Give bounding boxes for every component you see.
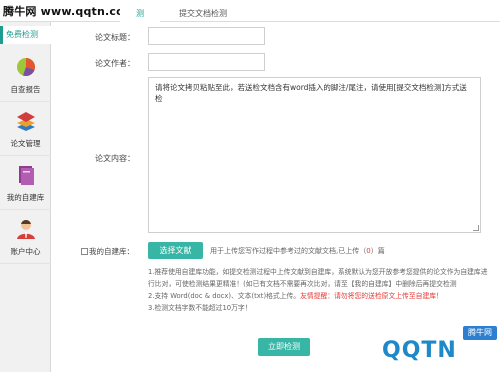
resize-handle-icon[interactable] <box>473 225 479 231</box>
author-input[interactable] <box>148 53 265 71</box>
note-1: 1.推荐使用自建库功能，如提交检测过程中上传文献到自建库，系统默认为您开放参考您… <box>148 268 488 288</box>
folder-icon <box>15 164 37 186</box>
title-input[interactable] <box>148 27 265 45</box>
select-documents-button[interactable]: 选择文献 <box>148 242 203 259</box>
layers-icon <box>15 110 37 132</box>
sidebar-item-paper-management[interactable]: 论文管理 <box>0 104 51 156</box>
my-library-checkbox[interactable] <box>81 248 88 255</box>
top-bar: 腾牛网 www.qqtn.com 测 提交文档检测 <box>0 0 500 22</box>
pie-chart-icon <box>15 56 37 78</box>
note-2-warning: 友情提醒：请勿将您的送检原文上传至自建库！ <box>300 292 443 300</box>
content-placeholder: 请将论文拷贝粘贴至此，若送检文档含有word插入的脚注/尾注，请使用[提交文档检… <box>155 83 467 103</box>
my-library-checkbox-row[interactable]: 我的自建库： <box>81 246 134 257</box>
content-label: 论文内容： <box>95 154 135 163</box>
note-2-text: 2.支持 Word(doc & docx)、文本(txt)格式上传。 <box>148 292 301 300</box>
title-label: 论文标题： <box>95 33 135 42</box>
site-watermark: 腾牛网 www.qqtn.com <box>3 5 136 18</box>
sidebar-item-label: 自查报告 <box>10 85 41 94</box>
sidebar-item-account[interactable]: 账户中心 <box>0 212 51 264</box>
qqtn-logo-badge: 腾牛网 <box>463 326 497 340</box>
sidebar-item-label: 我的自建库 <box>6 193 45 202</box>
sidebar-item-free-check[interactable]: 免费检测 <box>0 26 51 44</box>
sidebar-item-label: 论文管理 <box>10 139 41 148</box>
upload-hint: 用于上传您写作过程中参考过的文献文档,已上传（0）篇 <box>210 246 385 256</box>
instructions: 1.推荐使用自建库功能，如提交检测过程中上传文献到自建库，系统默认为您开放参考您… <box>148 266 488 314</box>
author-label: 论文作者： <box>95 59 135 68</box>
tab-free-check[interactable]: 测 <box>120 5 160 22</box>
note-2: 2.支持 Word(doc & docx)、文本(txt)格式上传。友情提醒：请… <box>148 290 488 302</box>
sidebar-item-my-library[interactable]: 我的自建库 <box>0 158 51 210</box>
upload-hint-prefix: 用于上传您写作过程中参考过的文献文档,已上传（ <box>210 247 367 255</box>
upload-hint-suffix: ）篇 <box>370 247 385 255</box>
user-icon <box>15 218 37 240</box>
sidebar-item-label: 账户中心 <box>10 247 41 256</box>
content-textarea[interactable]: 请将论文拷贝粘贴至此，若送检文档含有word插入的脚注/尾注，请使用[提交文档检… <box>148 77 481 233</box>
qqtn-corner-logo: QQTN 腾牛网 <box>368 322 500 372</box>
check-now-button[interactable]: 立即检测 <box>258 338 310 356</box>
tab-submit-document[interactable]: 提交文档检测 <box>172 5 234 22</box>
qqtn-logo-text: QQTN <box>382 338 457 363</box>
sidebar-item-report[interactable]: 自查报告 <box>0 50 51 102</box>
note-3: 3.检测文档字数不能超过10万字！ <box>148 304 252 312</box>
sidebar: 免费检测 自查报告 论文管理 我的自建库 账户中心 <box>0 22 51 372</box>
my-library-checkbox-label: 我的自建库： <box>89 247 134 256</box>
